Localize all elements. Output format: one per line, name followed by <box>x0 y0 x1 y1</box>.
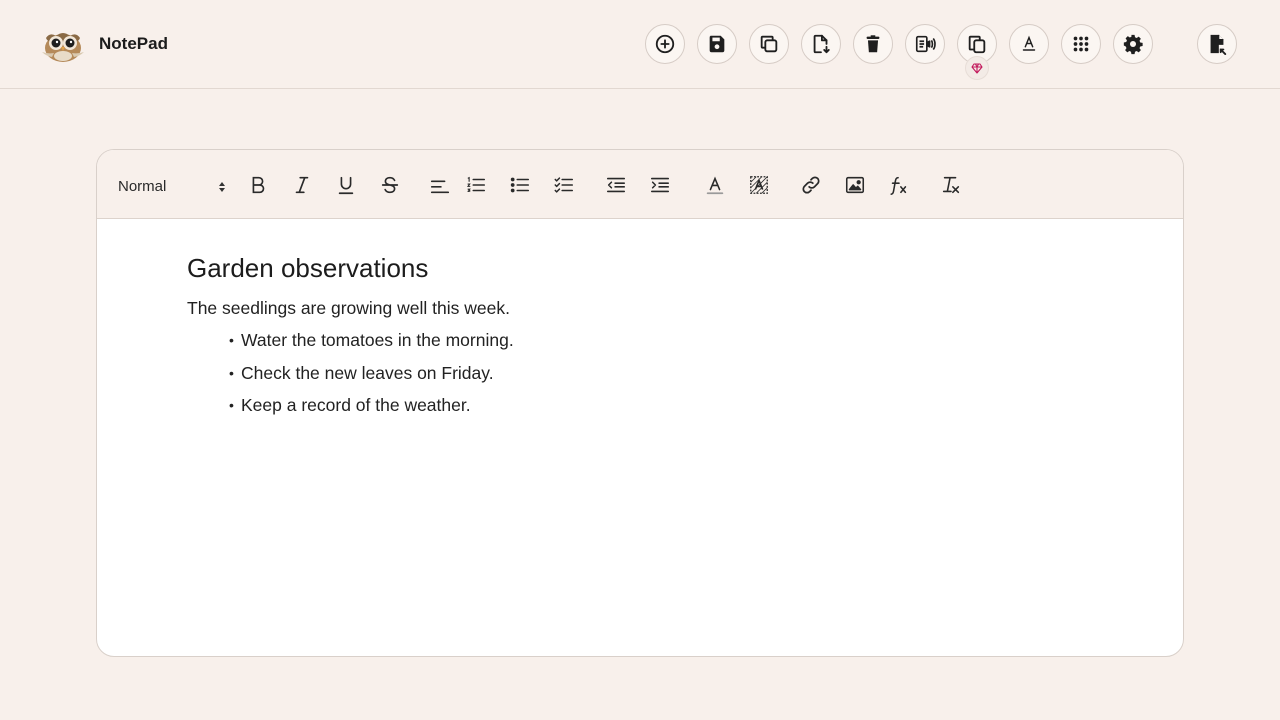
document-heading: Garden observations <box>187 253 429 283</box>
ordered-list-button[interactable] <box>461 170 491 200</box>
brand: NotePad <box>40 24 168 64</box>
export-button[interactable] <box>1197 24 1237 64</box>
image-icon <box>845 176 865 194</box>
image-button[interactable] <box>840 170 870 200</box>
editor-card: Normal Garden observations The seedlings… <box>96 149 1184 657</box>
align-left-button[interactable] <box>425 170 455 200</box>
file-export-icon <box>1210 34 1227 55</box>
list-item: Water the tomatoes in the morning. <box>229 328 1087 352</box>
link-icon <box>802 176 820 194</box>
background-color-icon <box>750 176 768 194</box>
save-button[interactable] <box>697 24 737 64</box>
strikethrough-icon <box>381 176 399 194</box>
text-format-icon <box>1022 35 1036 51</box>
read-aloud-button[interactable] <box>905 24 945 64</box>
bullet-list-icon <box>510 177 530 193</box>
settings-button[interactable] <box>1113 24 1153 64</box>
ordered-list-icon <box>466 176 486 192</box>
italic-icon <box>295 176 309 194</box>
link-button[interactable] <box>796 170 826 200</box>
owl-logo-icon <box>42 33 84 62</box>
copy-icon <box>760 35 778 53</box>
document-paragraph: The seedlings are growing well this week… <box>187 298 510 318</box>
duplicate-button[interactable] <box>749 24 789 64</box>
gem-icon <box>971 63 983 74</box>
text-color-icon <box>706 176 724 195</box>
new-note-button[interactable] <box>645 24 685 64</box>
background-color-button[interactable] <box>744 170 774 200</box>
editor-content[interactable]: Garden observations The seedlings are gr… <box>187 250 1087 426</box>
underline-button[interactable] <box>331 170 361 200</box>
format-select[interactable]: Normal <box>109 172 227 200</box>
gear-icon <box>1123 34 1143 55</box>
plus-circle-icon <box>655 34 675 54</box>
download-button[interactable] <box>801 24 841 64</box>
list-item: Keep a record of the weather. <box>229 393 1087 417</box>
file-download-icon <box>813 34 830 54</box>
grid-dots-icon <box>1073 36 1089 52</box>
outdent-icon <box>606 177 626 193</box>
delete-button[interactable] <box>853 24 893 64</box>
italic-button[interactable] <box>287 170 317 200</box>
list-item: Check the new leaves on Friday. <box>229 361 1087 385</box>
pro-badge <box>965 56 989 80</box>
bold-icon <box>252 176 265 194</box>
formula-button[interactable] <box>884 170 914 200</box>
indent-icon <box>650 177 670 193</box>
align-left-icon <box>430 180 450 194</box>
up-down-arrows-icon <box>219 182 225 192</box>
bullet-list-button[interactable] <box>505 170 535 200</box>
formula-icon <box>890 176 907 195</box>
formatting-toolbar: Normal <box>97 150 1183 219</box>
floppy-disk-icon <box>709 35 725 53</box>
trash-icon <box>866 35 880 53</box>
apps-button[interactable] <box>1061 24 1101 64</box>
indent-button[interactable] <box>645 170 675 200</box>
format-select-value: Normal <box>118 177 167 195</box>
bold-button[interactable] <box>243 170 273 200</box>
outdent-button[interactable] <box>601 170 631 200</box>
copy-pages-icon <box>968 35 986 54</box>
strikethrough-button[interactable] <box>375 170 405 200</box>
clear-formatting-icon <box>942 176 960 194</box>
text-color-button[interactable] <box>700 170 730 200</box>
check-list-icon <box>554 177 574 193</box>
font-button[interactable] <box>1009 24 1049 64</box>
app-header: NotePad <box>0 0 1280 89</box>
app-title: NotePad <box>99 34 168 53</box>
underline-icon <box>338 176 354 195</box>
document-bullet-list: Water the tomatoes in the morning. Check… <box>187 328 1087 417</box>
clear-formatting-button[interactable] <box>936 170 966 200</box>
document-speaker-icon <box>915 35 936 53</box>
check-list-button[interactable] <box>549 170 579 200</box>
